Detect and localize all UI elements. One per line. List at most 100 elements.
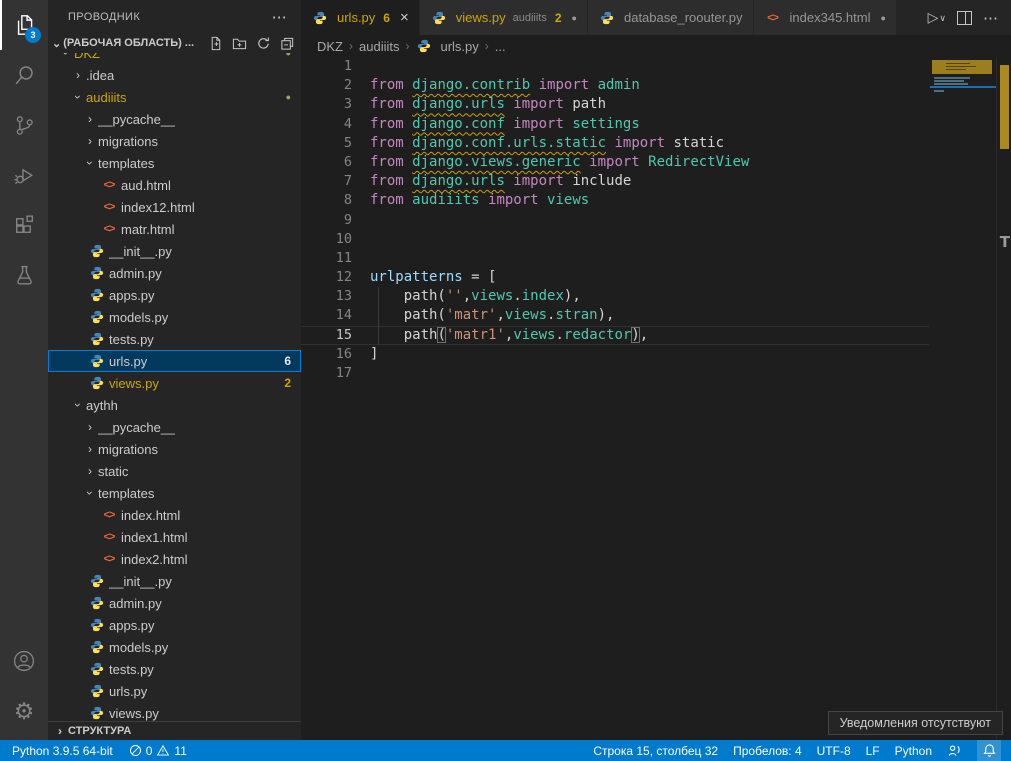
- breadcrumb-item-DKZ[interactable]: DKZ: [317, 39, 343, 54]
- tree-item-models.py[interactable]: models.py: [48, 306, 301, 328]
- modified-dot-icon: ●: [880, 13, 885, 23]
- run-button[interactable]: ▷∨: [928, 9, 946, 26]
- close-icon[interactable]: ×: [400, 9, 409, 26]
- activity-item-explorer[interactable]: 3: [0, 0, 48, 50]
- tree-item-DKZ[interactable]: ›DKZ●: [48, 53, 301, 64]
- python-file-icon: [88, 596, 106, 610]
- tree-item-apps.py[interactable]: apps.py: [48, 614, 301, 636]
- tree-item-views.py[interactable]: views.py: [48, 702, 301, 721]
- split-editor-icon[interactable]: [957, 11, 972, 25]
- status-item[interactable]: UTF-8: [817, 744, 851, 758]
- tree-item-models.py[interactable]: models.py: [48, 636, 301, 658]
- notifications-bell-button[interactable]: [977, 740, 1001, 761]
- tree-item-__init__.py[interactable]: __init__.py: [48, 570, 301, 592]
- code-editor[interactable]: 12from django.contrib import admin3from …: [301, 57, 1011, 740]
- tree-item-index.html[interactable]: <>index.html: [48, 504, 301, 526]
- tree-item-.idea[interactable]: ›.idea: [48, 64, 301, 86]
- editor-more-actions-icon[interactable]: ⋯: [983, 9, 999, 27]
- tree-item-__init__.py[interactable]: __init__.py: [48, 240, 301, 262]
- code-line-14[interactable]: 14 path('matr',views.stran),: [301, 306, 1011, 325]
- tree-item-tests.py[interactable]: tests.py: [48, 328, 301, 350]
- problems-status[interactable]: 0 11: [129, 744, 187, 758]
- activity-item-search[interactable]: [0, 50, 48, 100]
- tree-item-index2.html[interactable]: <>index2.html: [48, 548, 301, 570]
- code-line-17[interactable]: 17: [301, 364, 1011, 383]
- tree-item-label: admin.py: [109, 266, 162, 281]
- code-line-3[interactable]: 3from django.urls import path: [301, 95, 1011, 114]
- gear-icon: ⚙: [14, 700, 35, 723]
- tree-item-templates[interactable]: ›templates: [48, 152, 301, 174]
- tree-item-admin.py[interactable]: admin.py: [48, 262, 301, 284]
- code-line-7[interactable]: 7from django.urls import include: [301, 172, 1011, 191]
- code-line-5[interactable]: 5from django.conf.urls.static import sta…: [301, 134, 1011, 153]
- code-line-15[interactable]: 15 path('matr1',views.redactor),: [301, 326, 929, 345]
- code-line-9[interactable]: 9: [301, 211, 1011, 230]
- code-line-12[interactable]: 12urlpatterns = [: [301, 268, 1011, 287]
- code-line-11[interactable]: 11: [301, 249, 1011, 268]
- tree-item-matr.html[interactable]: <>matr.html: [48, 218, 301, 240]
- code-line-2[interactable]: 2from django.contrib import admin: [301, 76, 1011, 95]
- status-item[interactable]: Строка 15, столбец 32: [593, 744, 718, 758]
- code-line-10[interactable]: 10: [301, 230, 1011, 249]
- minimap[interactable]: [930, 57, 997, 740]
- new-file-icon[interactable]: [208, 36, 223, 51]
- breadcrumb-item-audiiits[interactable]: audiiits: [359, 39, 399, 54]
- search-icon: [12, 63, 37, 88]
- tree-item-__pycache__[interactable]: ›__pycache__: [48, 416, 301, 438]
- code-line-13[interactable]: 13 path('',views.index),: [301, 287, 1011, 306]
- breadcrumb-item-...[interactable]: ...: [495, 39, 506, 54]
- activity-item-run-debug[interactable]: [0, 150, 48, 200]
- scrollbar[interactable]: T: [996, 57, 1011, 740]
- tree-item-index1.html[interactable]: <>index1.html: [48, 526, 301, 548]
- tree-item-aud.html[interactable]: <>aud.html: [48, 174, 301, 196]
- tree-item-__pycache__[interactable]: ›__pycache__: [48, 108, 301, 130]
- tab-views.py[interactable]: views.pyaudiiits2●: [420, 0, 588, 35]
- collapse-all-icon[interactable]: [280, 36, 295, 51]
- code-line-4[interactable]: 4from django.conf import settings: [301, 115, 1011, 134]
- tree-item-apps.py[interactable]: apps.py: [48, 284, 301, 306]
- modified-dot-icon: ●: [286, 92, 291, 102]
- python-file-icon: [88, 354, 106, 368]
- tree-item-index12.html[interactable]: <>index12.html: [48, 196, 301, 218]
- code-token: import: [581, 154, 648, 170]
- tree-item-static[interactable]: ›static: [48, 460, 301, 482]
- tree-item-views.py[interactable]: views.py2: [48, 372, 301, 394]
- tree-item-urls.py[interactable]: urls.py6: [48, 350, 301, 372]
- tree-item-migrations[interactable]: ›migrations: [48, 438, 301, 460]
- tree-item-migrations[interactable]: ›migrations: [48, 130, 301, 152]
- account-icon: [11, 648, 37, 674]
- tab-urls.py[interactable]: urls.py6×: [301, 0, 420, 35]
- code-line-1[interactable]: 1: [301, 57, 1011, 76]
- tree-item-tests.py[interactable]: tests.py: [48, 658, 301, 680]
- status-item[interactable]: Python: [895, 744, 932, 758]
- tree-item-templates[interactable]: ›templates: [48, 482, 301, 504]
- tree-item-audiiits[interactable]: ›audiiits●: [48, 86, 301, 108]
- new-folder-icon[interactable]: [232, 36, 247, 51]
- activity-item-source-control[interactable]: [0, 100, 48, 150]
- line-number: 9: [301, 211, 352, 230]
- code-line-6[interactable]: 6from django.views.generic import Redire…: [301, 153, 1011, 172]
- python-interpreter-status[interactable]: Python 3.9.5 64-bit: [12, 744, 113, 758]
- status-item[interactable]: LF: [866, 744, 880, 758]
- breadcrumb-item-urls.py[interactable]: urls.py: [415, 39, 478, 54]
- code-token: import: [505, 96, 572, 112]
- code-line-16[interactable]: 16]: [301, 345, 1011, 364]
- activity-item-extensions[interactable]: [0, 200, 48, 250]
- activity-item-account[interactable]: [0, 636, 48, 686]
- tree-item-urls.py[interactable]: urls.py: [48, 680, 301, 702]
- sidebar-more-actions-icon[interactable]: ⋯: [272, 8, 287, 26]
- activity-item-settings[interactable]: ⚙: [0, 686, 48, 736]
- code-line-8[interactable]: 8from audiiits import views: [301, 191, 1011, 210]
- chevron-collapsed-icon: ›: [82, 134, 98, 148]
- workspace-section-header[interactable]: ⌄ (РАБОЧАЯ ОБЛАСТЬ) ...: [48, 33, 301, 53]
- tree-item-aythh[interactable]: ›aythh: [48, 394, 301, 416]
- feedback-icon[interactable]: [947, 743, 962, 758]
- status-item[interactable]: Пробелов: 4: [733, 744, 802, 758]
- refresh-icon[interactable]: [256, 36, 271, 51]
- activity-item-testing[interactable]: [0, 250, 48, 300]
- outline-section-header[interactable]: › СТРУКТУРА: [48, 721, 301, 740]
- tree-item-admin.py[interactable]: admin.py: [48, 592, 301, 614]
- tab-database_roouter.py[interactable]: database_roouter.py: [588, 0, 754, 35]
- tab-index345.html[interactable]: <>index345.html●: [754, 0, 897, 35]
- sidebar-title-row: ПРОВОДНИК ⋯: [48, 0, 301, 33]
